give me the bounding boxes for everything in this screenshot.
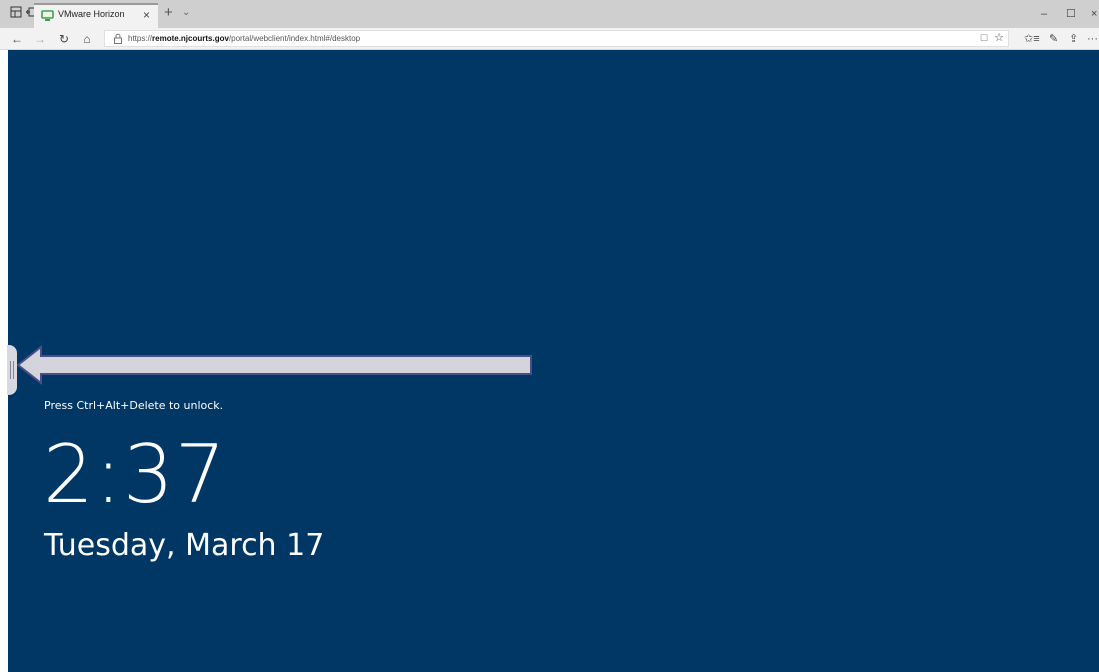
forward-button[interactable]: → [32, 31, 48, 47]
grip-icon [10, 361, 14, 379]
vmware-horizon-favicon-icon [41, 10, 54, 21]
minimize-button[interactable]: – [1041, 6, 1047, 22]
tab-list-chevron-icon[interactable]: ⌄ [182, 5, 190, 21]
address-bar[interactable]: https://remote.njcourts.gov/portal/webcl… [104, 30, 1009, 47]
favorite-star-icon[interactable]: ☆ [994, 32, 1004, 45]
horizon-sidebar-handle[interactable] [7, 345, 17, 395]
reading-view-icon[interactable]: ☐ [980, 33, 988, 44]
web-notes-icon[interactable]: ✎ [1049, 31, 1058, 47]
close-window-button[interactable]: × [1091, 6, 1097, 22]
maximize-button[interactable]: ☐ [1066, 6, 1076, 22]
home-button[interactable]: ⌂ [79, 31, 95, 47]
lock-screen-time: 2:37 [43, 428, 227, 521]
share-icon[interactable]: ⇪ [1069, 31, 1078, 47]
navigation-bar: ← → ↻ ⌂ https://remote.njcourts.gov/port… [0, 28, 1099, 50]
back-button[interactable]: ← [9, 31, 25, 47]
tab-actions-icon[interactable] [8, 6, 24, 22]
left-arrow-annotation-icon [17, 345, 532, 385]
lock-screen-date: Tuesday, March 17 [44, 528, 325, 563]
browser-window: VMware Horizon × + ⌄ – ☐ × ← → ↻ ⌂ https… [0, 0, 1099, 672]
tab-vmware-horizon[interactable]: VMware Horizon × [34, 3, 158, 28]
tab-strip: VMware Horizon × + ⌄ – ☐ × [0, 0, 1099, 28]
more-options-icon[interactable]: ··· [1087, 31, 1098, 47]
favorites-list-icon[interactable]: ✩≡ [1024, 31, 1040, 47]
address-url: https://remote.njcourts.gov/portal/webcl… [128, 34, 361, 43]
tab-title: VMware Horizon [58, 9, 125, 19]
unlock-instruction: Press Ctrl+Alt+Delete to unlock. [44, 399, 224, 412]
lock-icon [114, 33, 122, 44]
tab-close-icon[interactable]: × [143, 7, 150, 23]
refresh-button[interactable]: ↻ [56, 31, 72, 47]
new-tab-button[interactable]: + [164, 5, 173, 21]
